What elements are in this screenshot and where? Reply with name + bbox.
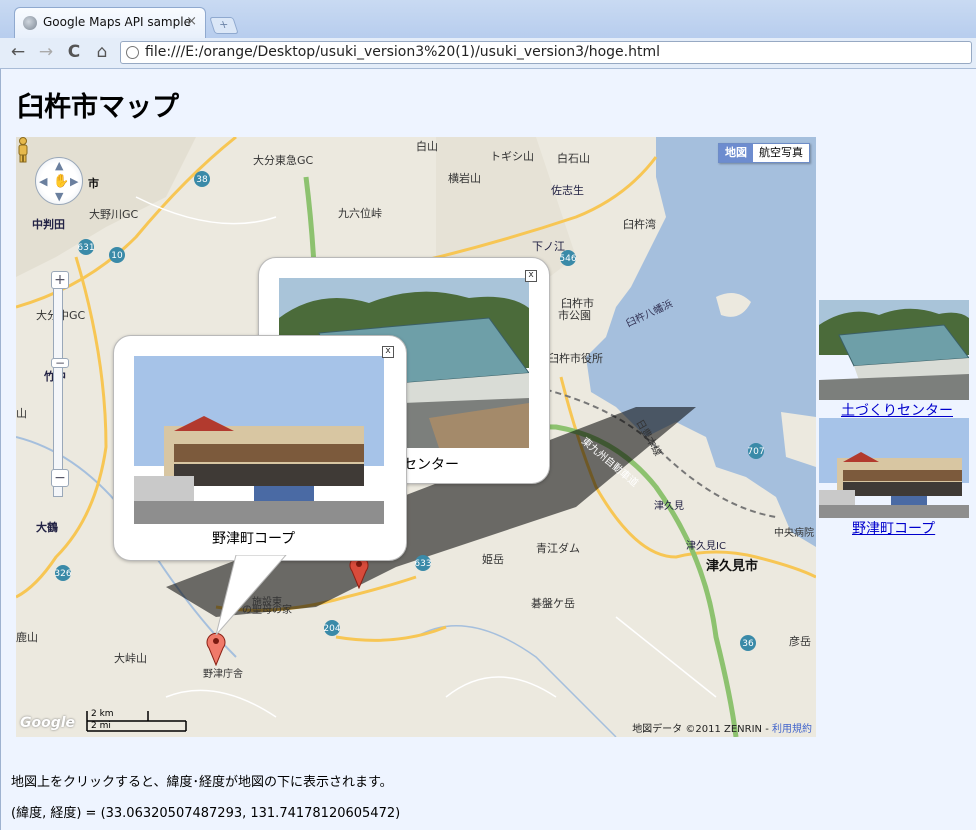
- zoom-slider-handle[interactable]: −: [51, 357, 69, 369]
- map-label: 臼杵市役所: [548, 351, 603, 365]
- map-label: 野津庁舎: [203, 667, 243, 680]
- map-label: 白石山: [557, 151, 590, 165]
- forward-button[interactable]: →: [36, 42, 56, 62]
- scale-mi: 2 mi: [91, 721, 111, 731]
- route-shield: 631: [77, 243, 94, 253]
- street-view-pegman-icon[interactable]: [16, 137, 30, 163]
- info-window-caption: 野津町コープ: [212, 531, 296, 547]
- map-label: 横岩山: [448, 171, 481, 185]
- map-label: トギシ山: [490, 150, 534, 163]
- map-label: 市: [88, 176, 99, 190]
- map-label: 津久見IC: [686, 540, 726, 552]
- map-label: 姫岳: [482, 552, 504, 566]
- reload-button[interactable]: C: [64, 42, 84, 62]
- sidebar-item-coop[interactable]: 野津町コープ: [819, 418, 969, 537]
- browser-tabstrip: Google Maps API sample × +: [0, 0, 976, 38]
- info-window-tail: [215, 555, 287, 635]
- close-icon[interactable]: x: [382, 346, 394, 358]
- map-label: 津久見: [654, 500, 684, 512]
- route-shield: 326: [54, 569, 71, 579]
- map-label: 九六位峠: [338, 206, 382, 220]
- map-label: 碁盤ケ岳: [531, 596, 575, 610]
- pan-left-icon[interactable]: ◀: [39, 175, 47, 188]
- pan-down-icon[interactable]: ▼: [55, 190, 63, 203]
- map-label: 下ノ江: [532, 240, 565, 253]
- browser-tab[interactable]: Google Maps API sample ×: [14, 7, 206, 38]
- map-label: 中判田: [32, 217, 65, 231]
- page-icon: [126, 46, 139, 59]
- map-label: 臼杵市: [561, 296, 594, 310]
- route-shield: 204: [323, 624, 340, 634]
- url-text[interactable]: file:///E:/orange/Desktop/usuki_version3…: [145, 44, 660, 60]
- map-label: 佐志生: [551, 183, 584, 197]
- pan-right-icon[interactable]: ▶: [70, 175, 78, 188]
- page-title: 臼杵市マップ: [17, 92, 179, 123]
- hand-icon: ✋: [53, 174, 70, 189]
- map-label: 白山: [416, 139, 438, 153]
- page-icon: [23, 16, 37, 30]
- latlng-output: (緯度, 経度) = (33.06320507487293, 131.74178…: [11, 806, 401, 821]
- zoom-in-button[interactable]: +: [51, 271, 69, 289]
- map-type-map-button[interactable]: 地図: [719, 144, 753, 162]
- route-shield: 38: [196, 175, 208, 185]
- map-label: 津久見市: [706, 558, 758, 574]
- info-window-caption: センター: [403, 457, 459, 473]
- google-logo[interactable]: Google: [20, 715, 75, 731]
- photo-coop: [134, 356, 384, 524]
- map-label: 大鶴: [36, 520, 58, 534]
- zoom-slider-track[interactable]: [53, 287, 63, 497]
- map-label: 中央病院: [774, 526, 814, 539]
- sidebar-item-label[interactable]: 土づくりセンター: [841, 400, 953, 420]
- route-shield: 546: [559, 254, 576, 264]
- map-label: 山: [16, 407, 27, 420]
- thumbnail-coop[interactable]: [819, 418, 969, 518]
- route-shield: 707: [747, 447, 764, 457]
- map-label: 彦岳: [789, 634, 811, 648]
- terms-link[interactable]: 利用規約: [772, 724, 812, 735]
- scale-bar: 2 km 2 mi: [86, 709, 190, 733]
- route-shield: 10: [111, 251, 123, 261]
- tab-title: Google Maps API sample: [43, 15, 191, 29]
- pan-up-icon[interactable]: ▲: [55, 159, 63, 172]
- info-window-coop[interactable]: x 野津町コープ: [113, 335, 407, 561]
- map-label: 青江ダム: [536, 541, 580, 555]
- map-label: 鹿山: [16, 630, 38, 644]
- map-type-satellite-button[interactable]: 航空写真: [753, 144, 809, 162]
- map-canvas[interactable]: 大分東急GC 白山 トギシ山 白石山 横岩山 佐志生 九六位峠 臼杵湾 下ノ江 …: [16, 137, 816, 737]
- scale-km: 2 km: [91, 709, 114, 719]
- close-icon[interactable]: x: [525, 270, 537, 282]
- route-shield: 36: [742, 639, 754, 649]
- attribution-text: 地図データ ©2011 ZENRIN -: [632, 724, 772, 735]
- sidebar-item-center[interactable]: 土づくりセンター: [819, 300, 970, 419]
- thumbnail-center[interactable]: [819, 300, 970, 400]
- pan-control[interactable]: ▲ ▼ ◀ ▶ ✋: [35, 157, 83, 205]
- map-label: 大野川GC: [89, 207, 139, 221]
- browser-toolbar: ← → C ⌂ file:///E:/orange/Desktop/usuki_…: [0, 38, 976, 69]
- address-bar[interactable]: file:///E:/orange/Desktop/usuki_version3…: [120, 41, 972, 64]
- back-button[interactable]: ←: [8, 42, 28, 62]
- map-attribution: 地図データ ©2011 ZENRIN - 利用規約: [632, 720, 812, 735]
- zoom-out-button[interactable]: −: [51, 469, 69, 487]
- instruction-text: 地図上をクリックすると、緯度･経度が地図の下に表示されます。: [11, 775, 393, 790]
- route-shield: 633: [414, 559, 431, 569]
- map-label: 臼杵湾: [623, 217, 656, 231]
- home-button[interactable]: ⌂: [92, 42, 112, 62]
- sidebar-item-label[interactable]: 野津町コープ: [852, 518, 935, 538]
- new-tab-button[interactable]: +: [209, 17, 239, 34]
- map-label: 大分東急GC: [253, 153, 314, 167]
- map-label: 市公園: [558, 308, 591, 322]
- map-label: 大峠山: [114, 651, 147, 665]
- close-tab-icon[interactable]: ×: [186, 14, 197, 29]
- map-type-control[interactable]: 地図 航空写真: [718, 143, 810, 163]
- map-marker[interactable]: [206, 632, 226, 666]
- page-content: 臼杵市マップ 大分東急GC 白山 トギシ山 白石山 横岩山 佐志生 九六位峠 臼…: [0, 69, 976, 830]
